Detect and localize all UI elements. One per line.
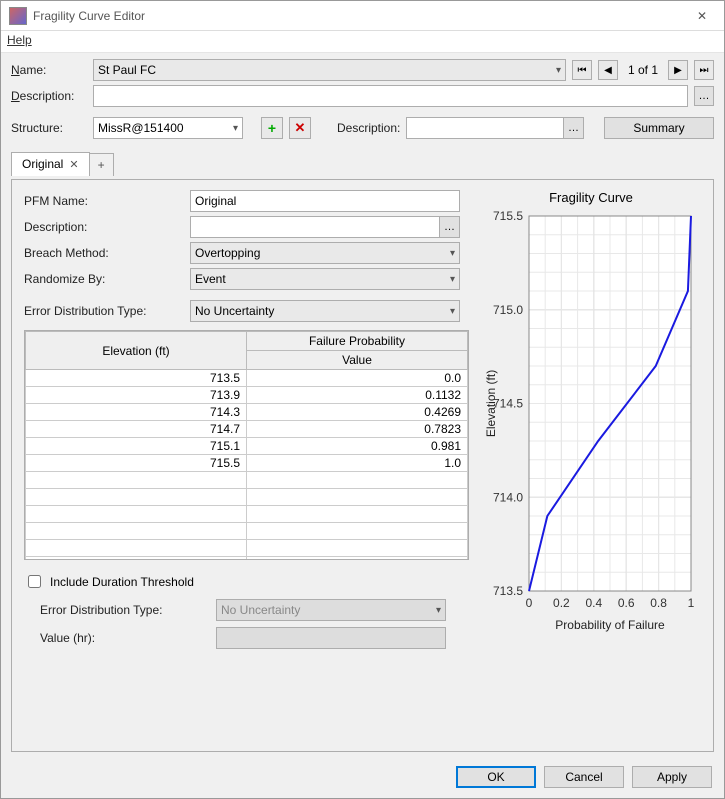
- structure-desc-more-button[interactable]: …: [563, 118, 583, 138]
- window-title: Fragility Curve Editor: [33, 9, 682, 23]
- table-row[interactable]: [26, 523, 468, 540]
- table-row[interactable]: [26, 472, 468, 489]
- breach-label: Breach Method:: [24, 246, 184, 260]
- delete-structure-button[interactable]: ✕: [289, 117, 311, 139]
- page-indicator: 1 of 1: [624, 63, 662, 77]
- errdist-label: Error Distribution Type:: [24, 304, 184, 318]
- summary-button[interactable]: Summary: [604, 117, 714, 139]
- dur-errdist-label: Error Distribution Type:: [40, 603, 210, 617]
- dur-errdist-combo: No Uncertainty ▾: [216, 599, 446, 621]
- randomize-combo[interactable]: Event ▾: [190, 268, 460, 290]
- menubar: Help: [1, 31, 724, 53]
- chevron-down-icon: ▾: [556, 65, 561, 76]
- table-row[interactable]: [26, 489, 468, 506]
- svg-text:Probability of Failure: Probability of Failure: [555, 618, 665, 632]
- chevron-down-icon: ▾: [450, 274, 455, 285]
- table-row[interactable]: [26, 506, 468, 523]
- ok-button[interactable]: OK: [456, 766, 536, 788]
- add-structure-button[interactable]: +: [261, 117, 283, 139]
- pfm-desc-input[interactable]: …: [190, 216, 460, 238]
- svg-text:1: 1: [688, 596, 695, 610]
- footer: OK Cancel Apply: [1, 756, 724, 798]
- svg-text:0.6: 0.6: [618, 596, 635, 610]
- structure-desc-input[interactable]: …: [406, 117, 584, 139]
- randomize-label: Randomize By:: [24, 272, 184, 286]
- chevron-down-icon: ▾: [450, 248, 455, 259]
- include-duration-checkbox[interactable]: [28, 575, 41, 588]
- table-row[interactable]: 715.51.0: [26, 455, 468, 472]
- col-elevation[interactable]: Elevation (ft): [26, 332, 247, 370]
- chart-area: Fragility Curve 713.5714.0714.5715.0715.…: [481, 190, 701, 741]
- dur-value-label: Value (hr):: [40, 631, 210, 645]
- fragility-chart: 713.5714.0714.5715.0715.500.20.40.60.81P…: [481, 211, 701, 641]
- svg-text:715.0: 715.0: [493, 303, 523, 317]
- tab-label: Original: [22, 157, 63, 171]
- svg-text:714.0: 714.0: [493, 490, 523, 504]
- tab-panel: PFM Name: Original Description: … Breach…: [11, 179, 714, 752]
- description-label: Description:: [11, 89, 87, 103]
- include-duration-label: Include Duration Threshold: [50, 575, 194, 589]
- table-row[interactable]: 714.30.4269: [26, 404, 468, 421]
- structure-value: MissR@151400: [98, 121, 184, 135]
- table-row[interactable]: [26, 540, 468, 557]
- svg-text:715.5: 715.5: [493, 211, 523, 223]
- first-button[interactable]: ⏮: [572, 60, 592, 80]
- titlebar: Fragility Curve Editor ✕: [1, 1, 724, 31]
- col-failure[interactable]: Failure Probability: [247, 332, 468, 351]
- name-value: St Paul FC: [98, 63, 156, 77]
- svg-text:Elevation (ft): Elevation (ft): [484, 370, 498, 437]
- structure-desc-label: Description:: [337, 121, 400, 135]
- col-value[interactable]: Value: [247, 351, 468, 370]
- last-button[interactable]: ⏭: [694, 60, 714, 80]
- table-row[interactable]: 713.50.0: [26, 370, 468, 387]
- cancel-button[interactable]: Cancel: [544, 766, 624, 788]
- errdist-combo[interactable]: No Uncertainty ▾: [190, 300, 460, 322]
- table-row[interactable]: 714.70.7823: [26, 421, 468, 438]
- table-row[interactable]: 713.90.1132: [26, 387, 468, 404]
- tab-add-button[interactable]: +: [90, 153, 114, 176]
- svg-text:0.4: 0.4: [585, 596, 602, 610]
- table-row[interactable]: 715.10.981: [26, 438, 468, 455]
- prev-button[interactable]: ◀: [598, 60, 618, 80]
- table-row[interactable]: [26, 557, 468, 561]
- structure-label: Structure:: [11, 121, 87, 135]
- pfm-name-label: PFM Name:: [24, 194, 184, 208]
- name-combo[interactable]: St Paul FC ▾: [93, 59, 566, 81]
- chevron-down-icon: ▾: [233, 123, 238, 134]
- description-input[interactable]: [93, 85, 688, 107]
- breach-combo[interactable]: Overtopping ▾: [190, 242, 460, 264]
- pfm-name-input[interactable]: Original: [190, 190, 460, 212]
- tab-original[interactable]: Original ✕: [11, 152, 90, 176]
- tab-close-icon[interactable]: ✕: [69, 158, 78, 171]
- data-grid[interactable]: Elevation (ft) Failure Probability Value…: [24, 330, 469, 560]
- name-label: Name:: [11, 63, 87, 77]
- next-button[interactable]: ▶: [668, 60, 688, 80]
- pfm-desc-label: Description:: [24, 220, 184, 234]
- dur-value-input: [216, 627, 446, 649]
- svg-text:713.5: 713.5: [493, 584, 523, 598]
- description-more-button[interactable]: …: [694, 86, 714, 106]
- chevron-down-icon: ▾: [436, 605, 441, 616]
- chart-title: Fragility Curve: [481, 190, 701, 205]
- apply-button[interactable]: Apply: [632, 766, 712, 788]
- close-icon[interactable]: ✕: [682, 2, 722, 30]
- svg-text:0.8: 0.8: [650, 596, 667, 610]
- menu-help[interactable]: Help: [7, 33, 32, 47]
- svg-text:0.2: 0.2: [553, 596, 570, 610]
- pfm-desc-more-button[interactable]: …: [439, 217, 459, 237]
- svg-text:0: 0: [526, 596, 533, 610]
- app-icon: [9, 7, 27, 25]
- tabstrip: Original ✕ +: [11, 149, 714, 175]
- chevron-down-icon: ▾: [450, 306, 455, 317]
- structure-combo[interactable]: MissR@151400 ▾: [93, 117, 243, 139]
